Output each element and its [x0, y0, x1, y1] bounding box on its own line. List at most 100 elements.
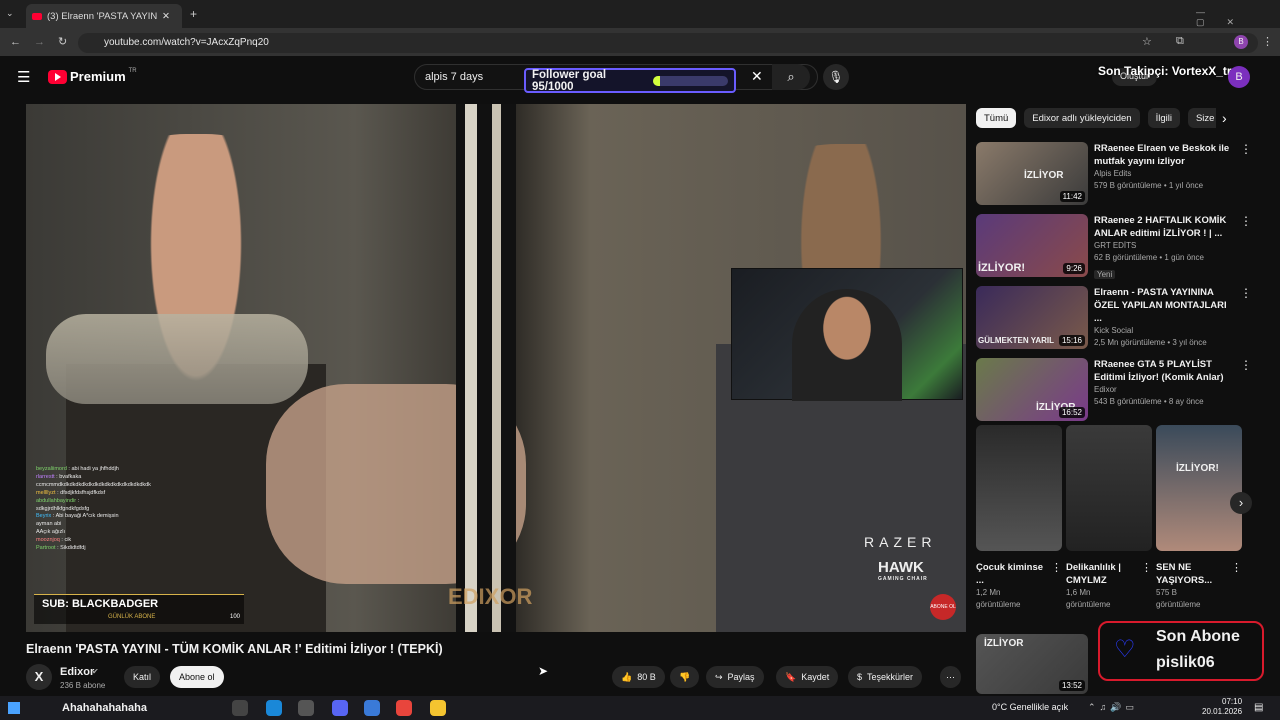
window-controls[interactable]: —▢✕ — [1196, 7, 1280, 28]
sub-banner-text: SUB: BLACKBADGER — [42, 598, 159, 610]
chat-line: ayman abi — [36, 521, 62, 528]
kebab-menu-icon[interactable]: ⋮ — [1240, 286, 1252, 354]
discord-icon[interactable] — [332, 700, 348, 716]
video-thumbnail[interactable]: İZLİYOR! 9:26 — [976, 214, 1088, 277]
sub-banner-sub: GÜNLÜK ABONE — [108, 614, 156, 620]
mouse-cursor: ➤ — [538, 664, 549, 678]
sub-banner: SUB: BLACKBADGER GÜNLÜK ABONE 100 — [34, 594, 244, 624]
video-player[interactable]: beyzaliimord : abi hadi ya jhfhddjh rlar… — [26, 104, 966, 632]
video-title: Elraenn 'PASTA YAYINI - TÜM KOMİK ANLAR … — [26, 642, 443, 656]
sub-count: 100 — [229, 614, 240, 620]
account-avatar[interactable]: B — [1228, 66, 1250, 88]
chat-line: abdullahbayindir : — [36, 497, 80, 504]
address-bar[interactable]: youtube.com/watch?v=JAcxZqPnq20 — [78, 33, 1258, 53]
razer-logo: RAZER — [864, 534, 937, 550]
video-thumbnail[interactable]: İZLİYOR 11:42 — [976, 142, 1088, 205]
more-actions-button[interactable]: ⋯ — [940, 666, 961, 688]
share-button[interactable]: ↪ Paylaş — [706, 666, 764, 688]
url-text: youtube.com/watch?v=JAcxZqPnq20 — [104, 37, 269, 48]
forward-icon[interactable]: → — [34, 36, 45, 48]
shorts-shelf: Çocuk kiminse ... ⋮ 1,2 Mn görüntüleme Del… — [976, 425, 1252, 621]
chip-uploader[interactable]: Edixor adlı yükleyiciden — [1024, 108, 1140, 128]
thumbs-down-icon: 👎 — [679, 671, 691, 682]
save-button[interactable]: 🔖 Kaydet — [776, 666, 839, 688]
follower-goal-overlay: Follower goal 95/1000 — [524, 68, 736, 93]
chrome-icon[interactable] — [396, 700, 412, 716]
chat-line: mooznjoq : cik — [36, 537, 72, 544]
chip-all[interactable]: Tümü — [976, 108, 1017, 128]
task-view-icon[interactable] — [232, 700, 248, 716]
bookmark-icon: 🔖 — [785, 671, 797, 682]
chat-line: Partroot : Sikdidtdfdj — [36, 545, 86, 552]
video-thumbnail[interactable]: İZLİYOR 16:52 — [976, 358, 1088, 421]
short-item[interactable]: İZLİYOR! SEN NE YAŞIYORS... ⋮ 575 Bgörünt… — [1156, 425, 1242, 611]
back-icon[interactable]: ← — [10, 36, 21, 48]
channel-avatar[interactable]: X — [26, 664, 52, 690]
channel-name[interactable]: Edixor — [60, 666, 94, 678]
chat-overlay: beyzaliimord : abi hadi ya jhfhddjh rlar… — [36, 466, 186, 553]
like-button[interactable]: 👍 80 B — [612, 666, 665, 688]
thanks-button[interactable]: $ Teşekkürler — [848, 666, 923, 688]
hamburger-menu-icon[interactable]: ☰ — [17, 68, 30, 86]
join-button[interactable]: Katıl — [124, 666, 161, 688]
subscribe-button[interactable]: Abone ol — [170, 666, 224, 688]
app-icon[interactable] — [298, 700, 314, 716]
related-video[interactable]: İZLİYOR 16:52 RRaenee GTA 5 PLAYLİST Edit… — [976, 358, 1252, 426]
kebab-menu-icon[interactable]: ⋮ — [1051, 561, 1062, 587]
browser-tab[interactable]: (3) Elraenn 'PASTA YAYINI - ✕ — [26, 4, 182, 28]
app2-icon[interactable] — [364, 700, 380, 716]
related-video[interactable]: GÜLMEKTEN YARIL 15:16 Elraenn - PASTA YAY… — [976, 286, 1252, 354]
filter-chips: Tümü Edixor adlı yükleyiciden İlgili Siz… — [976, 108, 1216, 128]
folder-icon[interactable] — [430, 700, 446, 716]
video-thumbnail[interactable]: İZLİYOR 13:52 — [976, 634, 1088, 694]
follower-goal-bar — [652, 75, 728, 86]
shorts-next-button[interactable]: › — [1230, 492, 1252, 514]
dislike-button[interactable]: 👎 — [670, 666, 700, 688]
search-button[interactable]: ⌕ — [772, 64, 810, 90]
logo-region: TR — [128, 67, 137, 74]
short-thumbnail[interactable] — [1066, 425, 1152, 551]
hawk-logo: HAWK GAMING CHAIR — [878, 559, 928, 582]
new-tab-button[interactable]: + — [190, 7, 197, 21]
youtube-play-icon — [48, 69, 67, 84]
notification-icon[interactable]: ▤ — [1254, 702, 1263, 713]
kebab-menu-icon[interactable]: ⋮ — [1141, 561, 1152, 587]
clear-search-icon[interactable]: ✕ — [751, 68, 763, 85]
logo-text: Premium — [70, 69, 126, 84]
chat-line: rlarrestt : bvafkaka — [36, 473, 82, 480]
short-thumbnail[interactable]: İZLİYOR! — [1156, 425, 1242, 551]
short-thumbnail[interactable] — [976, 425, 1062, 551]
tape-wrap — [46, 314, 308, 404]
youtube-logo[interactable]: Premium TR — [48, 67, 137, 84]
tray-icons[interactable]: ⌃♫🔊▭ — [1088, 702, 1138, 713]
short-item[interactable]: Delikanlılık | CMYLMZ ⋮ 1,6 Mn görüntüleme — [1066, 425, 1152, 611]
kebab-menu-icon[interactable]: ⋮ — [1240, 358, 1252, 426]
weather-widget[interactable]: 0°C Genellikle açık — [992, 702, 1068, 712]
chip-for-you[interactable]: Size — [1187, 108, 1216, 128]
profile-avatar[interactable]: B — [1234, 35, 1248, 49]
related-video[interactable]: İZLİYOR 11:42 RRaenee Elraen ve Beskok il… — [976, 142, 1252, 210]
webcam-overlay — [731, 268, 963, 401]
video-thumbnail[interactable]: GÜLMEKTEN YARIL 15:16 — [976, 286, 1088, 349]
extensions-icon[interactable]: ⧉ — [1176, 35, 1184, 48]
share-icon: ↪ — [715, 671, 723, 682]
chevron-right-icon[interactable]: › — [1222, 110, 1227, 126]
chip-related[interactable]: İlgili — [1147, 108, 1180, 128]
voice-search-icon[interactable]: 🎙 — [823, 64, 849, 90]
chat-line: sdkgjrdhlkfgndkfgdsfg — [36, 505, 90, 512]
reload-icon[interactable]: ↻ — [58, 35, 67, 48]
browser-menu-icon[interactable]: ⋮ — [1262, 35, 1273, 48]
related-video[interactable]: İZLİYOR! 9:26 RRaenee 2 HAFTALIK KOMİK AN… — [976, 214, 1252, 284]
kebab-menu-icon[interactable]: ⋮ — [1240, 214, 1252, 284]
kebab-menu-icon[interactable]: ⋮ — [1240, 142, 1252, 210]
chat-line: beyzaliimord : abi hadi ya jhfhddjh — [36, 466, 119, 472]
clock[interactable]: 07:10 20.01.2026 — [1202, 697, 1242, 717]
start-icon[interactable] — [8, 702, 20, 714]
youtube-favicon-icon — [32, 12, 42, 20]
kebab-menu-icon[interactable]: ⋮ — [1231, 561, 1242, 587]
tab-list-button[interactable]: ⌄ — [6, 8, 14, 19]
tab-close-icon[interactable]: ✕ — [162, 11, 170, 22]
edge-icon[interactable] — [266, 700, 282, 716]
short-item[interactable]: Çocuk kiminse ... ⋮ 1,2 Mn görüntüleme — [976, 425, 1062, 611]
bookmark-star-icon[interactable]: ☆ — [1142, 35, 1152, 48]
